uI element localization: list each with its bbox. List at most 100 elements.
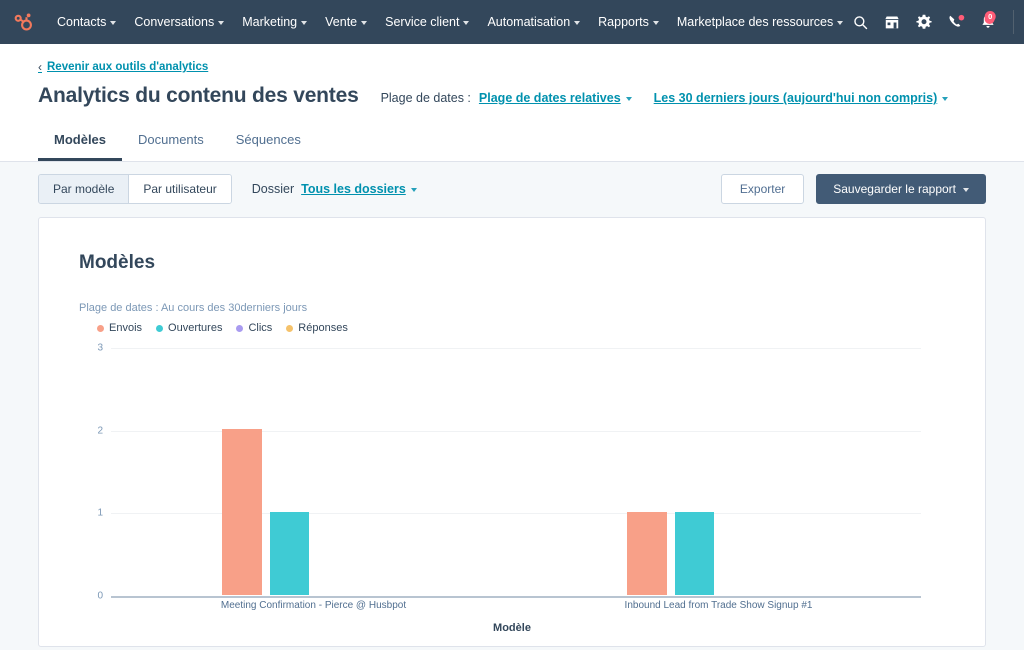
chart-title: Modèles (79, 252, 156, 273)
x-axis-category-label: Inbound Lead from Trade Show Signup #1 (624, 600, 813, 611)
marketplace-storefront-icon[interactable] (877, 2, 907, 42)
nav-item-conversations[interactable]: Conversations (125, 0, 233, 44)
legend-label: Clics (248, 322, 273, 334)
nav-item-rapports[interactable]: Rapports (589, 0, 668, 44)
tab-label: Modèles (54, 132, 107, 147)
grid-area (111, 348, 921, 598)
save-report-button[interactable]: Sauvegarder le rapport (816, 174, 986, 204)
page-header: ‹ Revenir aux outils d'analytics Analyti… (0, 44, 1024, 162)
breadcrumb-label: Revenir aux outils d'analytics (47, 61, 209, 73)
chevron-down-icon (942, 97, 949, 101)
legend-item-clics[interactable]: Clics (236, 322, 272, 334)
nav-item-label: Marketplace des ressources (676, 15, 834, 29)
nav-item-automatisation[interactable]: Automatisation (478, 0, 589, 44)
tab-label: Séquences (235, 132, 301, 147)
chevron-down-icon (652, 21, 659, 25)
y-axis-tick-labels: 0 1 2 3 (79, 343, 103, 602)
legend-label: Ouvertures (168, 322, 223, 334)
bar-series-group (111, 348, 921, 596)
gear-settings-icon[interactable] (909, 2, 939, 42)
bar-ouvertures-group-1[interactable] (674, 511, 715, 595)
breadcrumb-back-to-analytics[interactable]: ‹ Revenir aux outils d'analytics (38, 60, 208, 74)
chart-plot-area: 0 1 2 3 Meeting Confirmation - Pierce @ Hus… (79, 343, 945, 611)
folder-filter-value: Tous les dossiers (301, 182, 406, 196)
notifications-bell-icon[interactable]: 0 (973, 2, 1003, 42)
tab-label: Documents (138, 132, 204, 147)
bar-envois-group-1[interactable] (626, 511, 667, 595)
chevron-down-icon (110, 21, 117, 25)
date-range-type-label: Plage de dates relatives (478, 91, 621, 105)
segment-label: Par utilisateur (143, 182, 217, 196)
nav-item-label: Contacts (57, 15, 107, 29)
chevron-down-icon (963, 188, 969, 192)
chevron-down-icon (361, 21, 368, 25)
legend-color-swatch (236, 324, 244, 332)
date-range-value-dropdown[interactable]: Les 30 derniers jours (aujourd'hui non c… (654, 91, 949, 105)
search-icon[interactable] (845, 2, 875, 42)
nav-item-label: Automatisation (487, 15, 571, 29)
top-navigation-bar: Contacts Conversations Marketing Vente S… (0, 0, 1024, 44)
nav-item-label: Rapports (598, 15, 649, 29)
nav-item-label: Conversations (134, 15, 215, 29)
legend-color-swatch (97, 324, 104, 332)
nav-links: Contacts Conversations Marketing Vente S… (48, 0, 845, 44)
legend-item-reponses[interactable]: Réponses (286, 322, 348, 334)
date-range-label: Plage de dates : (380, 91, 471, 105)
date-range-type-dropdown[interactable]: Plage de dates relatives (479, 91, 632, 105)
bar-envois-group-0[interactable] (221, 429, 262, 595)
nav-item-marketplace-des-ressources[interactable]: Marketplace des ressources (668, 0, 845, 44)
y-axis-tick-2: 2 (97, 425, 103, 437)
filter-toolbar: Par modèle Par utilisateur Dossier Tous … (0, 162, 1024, 217)
chevron-down-icon (410, 188, 417, 192)
segment-label: Par modèle (53, 182, 115, 196)
view-mode-segmented-control: Par modèle Par utilisateur (38, 174, 232, 204)
tab-documents[interactable]: Documents (122, 122, 220, 161)
chart-subtitle: Plage de dates : Au cours des 30derniers… (79, 302, 308, 314)
chevron-down-icon (301, 21, 308, 25)
axis-baseline (111, 596, 921, 598)
legend-item-ouvertures[interactable]: Ouvertures (156, 322, 222, 334)
x-axis-category-label: Meeting Confirmation - Pierce @ Husbpot (220, 600, 407, 611)
notifications-count-badge: 0 (984, 11, 996, 22)
tab-modeles[interactable]: Modèles (38, 122, 123, 161)
nav-item-vente[interactable]: Vente (316, 0, 376, 44)
segment-par-utilisateur[interactable]: Par utilisateur (128, 175, 231, 203)
nav-item-marketing[interactable]: Marketing (233, 0, 316, 44)
legend-label: Envois (109, 322, 143, 334)
legend-color-swatch (156, 324, 164, 332)
legend-label: Réponses (298, 322, 348, 334)
tab-bar: Modèles Documents Séquences (38, 122, 986, 161)
nav-item-contacts[interactable]: Contacts (48, 0, 125, 44)
nav-item-service-client[interactable]: Service client (376, 0, 478, 44)
x-axis-title: Modèle (493, 622, 531, 634)
x-axis-tick-labels: Meeting Confirmation - Pierce @ Husbpot I… (111, 600, 921, 616)
segment-par-modele[interactable]: Par modèle (39, 175, 129, 203)
bar-ouvertures-group-0[interactable] (269, 511, 310, 595)
legend-color-swatch (286, 324, 294, 332)
chevron-down-icon (218, 21, 225, 25)
legend-item-envois[interactable]: Envois (97, 322, 142, 334)
phone-calling-icon[interactable] (941, 2, 971, 42)
hubspot-sprocket-logo[interactable] (8, 7, 38, 37)
page-title: Analytics du contenu des ventes (38, 84, 359, 107)
y-axis-tick-0: 0 (97, 590, 103, 602)
chevron-down-icon (574, 21, 581, 25)
y-axis-tick-1: 1 (97, 507, 103, 519)
chart-legend: Envois Ouvertures Clics Réponses (79, 322, 945, 334)
nav-item-label: Vente (325, 15, 358, 29)
chevron-left-icon: ‹ (38, 60, 42, 74)
nav-icon-group: 0 (845, 2, 1014, 42)
save-report-label: Sauvegarder le rapport (833, 182, 956, 196)
nav-divider (1013, 10, 1014, 34)
folder-filter-dropdown[interactable]: Tous les dossiers (301, 182, 417, 196)
tab-sequences[interactable]: Séquences (220, 122, 317, 161)
nav-item-label: Marketing (242, 15, 298, 29)
chevron-down-icon (625, 97, 632, 101)
date-range-value-label: Les 30 derniers jours (aujourd'hui non c… (653, 91, 938, 105)
chevron-down-icon (837, 21, 844, 25)
chart-card: Modèles Plage de dates : Au cours des 30… (38, 217, 986, 647)
export-button[interactable]: Exporter (720, 174, 805, 204)
folder-label: Dossier (251, 182, 295, 196)
title-row: Analytics du contenu des ventes Plage de… (38, 84, 986, 108)
nav-item-label: Service client (385, 15, 460, 29)
